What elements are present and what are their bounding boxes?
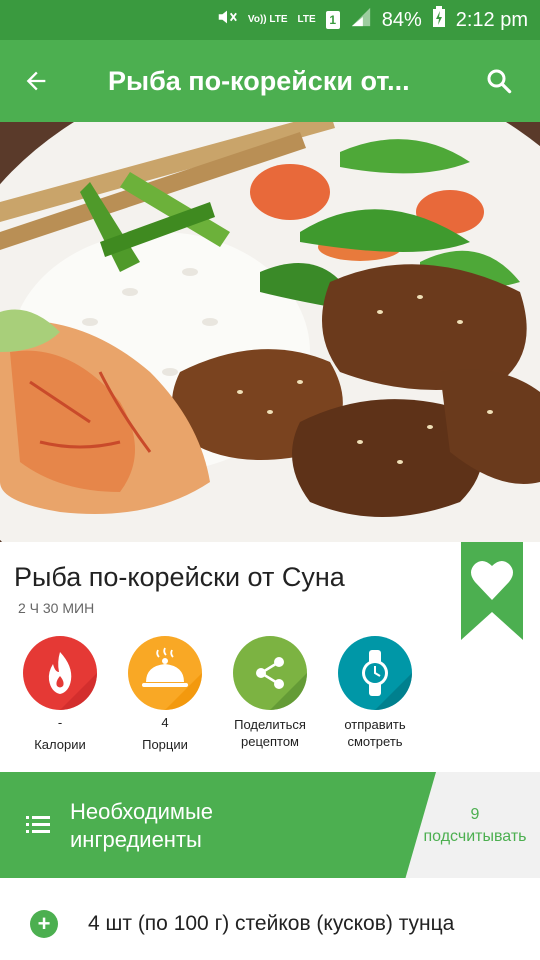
add-ingredient-icon[interactable]: + [30,910,58,938]
recipe-title: Рыба по-корейски от Суна [14,562,345,592]
servings-action[interactable]: 4 Порции [110,636,220,753]
search-button[interactable] [458,40,540,122]
watch-label-line1: отправить [344,717,406,732]
serving-cloche-icon [128,636,202,710]
app-bar: Рыба по-корейски от... [0,40,540,122]
ingredient-text: 4 шт (по 100 г) стейков (кусков) тунца [88,912,455,935]
watch-label-line2: смотреть [347,734,403,749]
ingredients-header[interactable]: Необходимые ингредиенты 9 подсчитывать [0,772,540,878]
back-button[interactable] [0,40,72,122]
share-recipe-action[interactable]: Поделиться рецептом [215,636,325,750]
calories-value: - [57,715,63,730]
servings-value: 4 [161,715,169,730]
calories-action[interactable]: - Калории [5,636,115,753]
battery-charging-icon [432,6,446,34]
ingredients-count: 9 подсчитывать [412,804,538,848]
calorie-flame-icon [23,636,97,710]
clock: 2:12 pm [455,8,528,31]
signal-icon [350,6,372,34]
status-bar: Vo)) LTE LTE 1 84% 2:12 pm [0,0,540,40]
favorite-bookmark[interactable] [461,542,523,640]
recipe-actions: - Калории 4 Порции Поделиться рецептом о… [0,634,540,774]
send-to-watch-action[interactable]: отправить смотреть [320,636,430,750]
arrow-left-icon [26,71,46,91]
list-icon [26,816,50,833]
recipe-card: Рыба по-корейски от Суна 2 Ч 30 МИН - Ка… [0,542,540,772]
ingredients-count-label: подсчитывать [423,828,527,845]
list-item[interactable]: + 4 шт (по 100 г) стейков (кусков) тунца [0,880,540,960]
recipe-photo [0,122,540,542]
share-label-line2: рецептом [240,734,299,749]
lte-indicator: LTE [297,14,316,25]
ingredients-title: Необходимые ингредиенты [70,798,213,854]
recipe-time: 2 Ч 30 МИН [18,600,95,616]
search-icon [487,69,512,94]
ingredients-count-value: 9 [470,806,480,823]
ingredients-title-line2: ингредиенты [70,827,202,852]
mute-icon [216,6,238,34]
battery-percent: 84% [381,8,422,31]
calories-label: Калории [34,737,86,752]
app-bar-title: Рыба по-корейски от... [108,65,410,96]
share-icon [233,636,307,710]
ingredients-header-band [0,772,436,878]
volte-indicator: Vo)) LTE [247,14,288,25]
sim-indicator: 1 [325,11,340,29]
smartwatch-icon [338,636,412,710]
share-label-line1: Поделиться [234,717,306,732]
servings-label: Порции [142,737,188,752]
ingredients-title-line1: Необходимые [70,799,214,824]
